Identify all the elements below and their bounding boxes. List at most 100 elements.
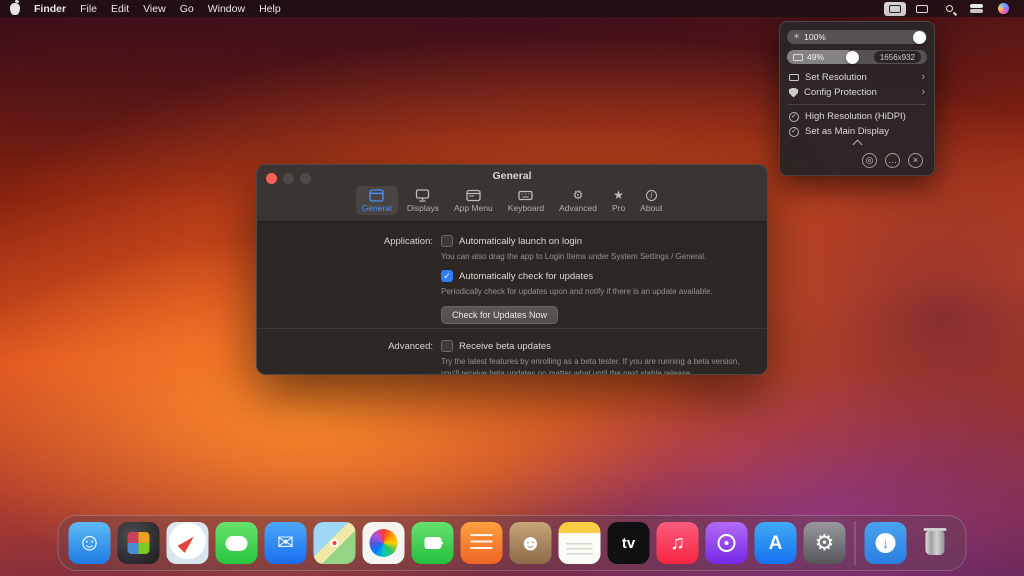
system-settings-dock-icon[interactable]: ⚙	[803, 522, 846, 564]
chevron-right-icon: ›	[921, 71, 925, 83]
safari-dock-icon[interactable]	[166, 522, 209, 564]
application-label: Application:	[383, 236, 433, 247]
download-arrow-icon: ↓	[875, 533, 896, 553]
photos-dock-icon[interactable]	[362, 522, 405, 564]
contacts-dock-icon[interactable]: ☻	[509, 522, 552, 564]
tab-label: Advanced	[559, 203, 597, 213]
check-updates-row[interactable]: ✓ Automatically check for updates	[441, 270, 594, 283]
dock-separator	[854, 521, 856, 565]
maps-dock-icon[interactable]	[313, 522, 356, 564]
menu-view[interactable]: View	[143, 3, 166, 15]
tab-about[interactable]: i About	[634, 186, 668, 215]
music-dock-icon[interactable]: ♫	[656, 522, 699, 564]
more-options-icon[interactable]: …	[885, 153, 900, 168]
app-grid-icon	[127, 532, 150, 554]
config-protection-label: Config Protection	[804, 87, 877, 98]
scale-slider-knob[interactable]	[845, 50, 859, 64]
podcasts-dock-icon[interactable]	[705, 522, 748, 564]
desktop-wallpaper: Finder File Edit View Go Window Help ☀ 1…	[0, 0, 1024, 576]
tab-pro[interactable]: ★ Pro	[606, 186, 631, 215]
tab-label: App Menu	[453, 203, 493, 213]
brightness-slider-knob[interactable]	[913, 30, 926, 44]
scale-slider[interactable]: 49% 1656x932	[787, 50, 927, 64]
map-pin-icon	[330, 539, 339, 547]
tab-advanced[interactable]: ⚙ Advanced	[553, 186, 603, 215]
trash-can-icon	[923, 528, 946, 555]
main-display-label: Set as Main Display	[805, 126, 889, 137]
menu-file[interactable]: File	[80, 3, 97, 15]
menu-app-name[interactable]: Finder	[34, 3, 66, 15]
set-resolution-item[interactable]: Set Resolution ›	[785, 70, 929, 85]
tab-general[interactable]: General	[355, 186, 398, 215]
menu-help[interactable]: Help	[259, 3, 281, 15]
check-updates-label: Automatically check for updates	[459, 270, 594, 282]
tab-label: General	[361, 203, 392, 213]
checkbox-unchecked[interactable]	[441, 235, 453, 247]
menu-go[interactable]: Go	[180, 3, 194, 15]
launch-hint-text: You can also drag the app to Login Items…	[441, 252, 707, 261]
spotlight-search-icon[interactable]	[938, 2, 960, 16]
display-menu-icon[interactable]	[884, 1, 906, 16]
resolution-badge: 1656x932	[873, 51, 921, 63]
mail-dock-icon[interactable]: ✉	[264, 522, 307, 564]
config-protection-item[interactable]: Config Protection ›	[785, 85, 929, 100]
settings-window: General General Displays App Menu Keyboa…	[256, 164, 768, 375]
trash-dock-icon[interactable]	[914, 522, 956, 564]
close-window-button[interactable]	[266, 173, 277, 184]
compass-needle-icon	[177, 533, 198, 553]
pinwheel-icon	[369, 529, 398, 557]
monitor-icon	[916, 4, 928, 13]
display-settings-icon[interactable]: ◎	[862, 153, 877, 168]
siri-icon[interactable]	[992, 2, 1014, 16]
keyboard-icon	[518, 188, 534, 202]
tab-label: Displays	[406, 203, 439, 213]
window-title: General	[492, 170, 532, 182]
menu-window[interactable]: Window	[208, 3, 245, 15]
tab-keyboard[interactable]: Keyboard	[502, 186, 550, 215]
check-updates-button[interactable]: Check for Updates Now	[441, 306, 559, 325]
apple-menu-icon[interactable]	[10, 2, 20, 15]
messages-dock-icon[interactable]	[215, 522, 258, 564]
beta-updates-row[interactable]: Receive beta updates	[441, 340, 551, 353]
hidpi-toggle-item[interactable]: ✓ High Resolution (HiDPI)	[785, 109, 929, 124]
screens-icon[interactable]	[911, 2, 933, 16]
control-center-icon[interactable]	[965, 2, 987, 16]
menu-bar: Finder File Edit View Go Window Help	[0, 0, 1024, 17]
star-icon: ★	[613, 188, 624, 202]
beta-updates-label: Receive beta updates	[459, 340, 551, 352]
reminders-dock-icon[interactable]	[460, 522, 503, 564]
facetime-dock-icon[interactable]	[411, 522, 454, 564]
app-menu-icon	[466, 188, 481, 202]
note-lines-icon	[566, 543, 593, 555]
displays-icon	[415, 188, 430, 202]
gear-icon: ⚙	[572, 188, 584, 202]
launchpad-dock-icon[interactable]	[117, 522, 160, 564]
quit-icon[interactable]: ×	[908, 153, 923, 168]
notes-dock-icon[interactable]	[558, 522, 601, 564]
tab-app-menu[interactable]: App Menu	[448, 186, 499, 215]
menu-edit[interactable]: Edit	[111, 3, 129, 15]
tv-dock-icon[interactable]: tv	[607, 522, 650, 564]
tab-label: Pro	[611, 203, 626, 213]
tab-label: About	[640, 203, 663, 213]
dock: ☺ ✉ ☻ tv ♫ A ⚙ ↓	[57, 515, 967, 571]
main-display-toggle-item[interactable]: ✓ Set as Main Display	[785, 124, 929, 139]
downloads-dock-icon[interactable]: ↓	[864, 522, 907, 564]
check-circle-icon: ✓	[789, 111, 799, 122]
brightness-slider[interactable]: ☀ 100%	[787, 30, 927, 44]
checkbox-checked[interactable]: ✓	[441, 270, 453, 283]
podcast-rings-icon	[717, 534, 736, 552]
window-header: General General Displays App Menu Keyboa…	[257, 165, 767, 222]
checkbox-unchecked[interactable]	[441, 340, 453, 353]
tab-displays[interactable]: Displays	[401, 186, 445, 215]
app-store-dock-icon[interactable]: A	[754, 522, 797, 564]
toggles-icon	[969, 4, 983, 13]
minimize-window-button[interactable]	[283, 173, 294, 184]
launch-on-login-row[interactable]: Automatically launch on login	[441, 235, 582, 247]
video-camera-icon	[424, 537, 443, 549]
zoom-window-button[interactable]	[300, 173, 311, 184]
check-circle-icon: ✓	[789, 126, 799, 137]
siri-orb-icon	[997, 3, 1009, 14]
finder-dock-icon[interactable]: ☺	[68, 522, 111, 564]
resolution-monitor-icon	[789, 74, 799, 81]
